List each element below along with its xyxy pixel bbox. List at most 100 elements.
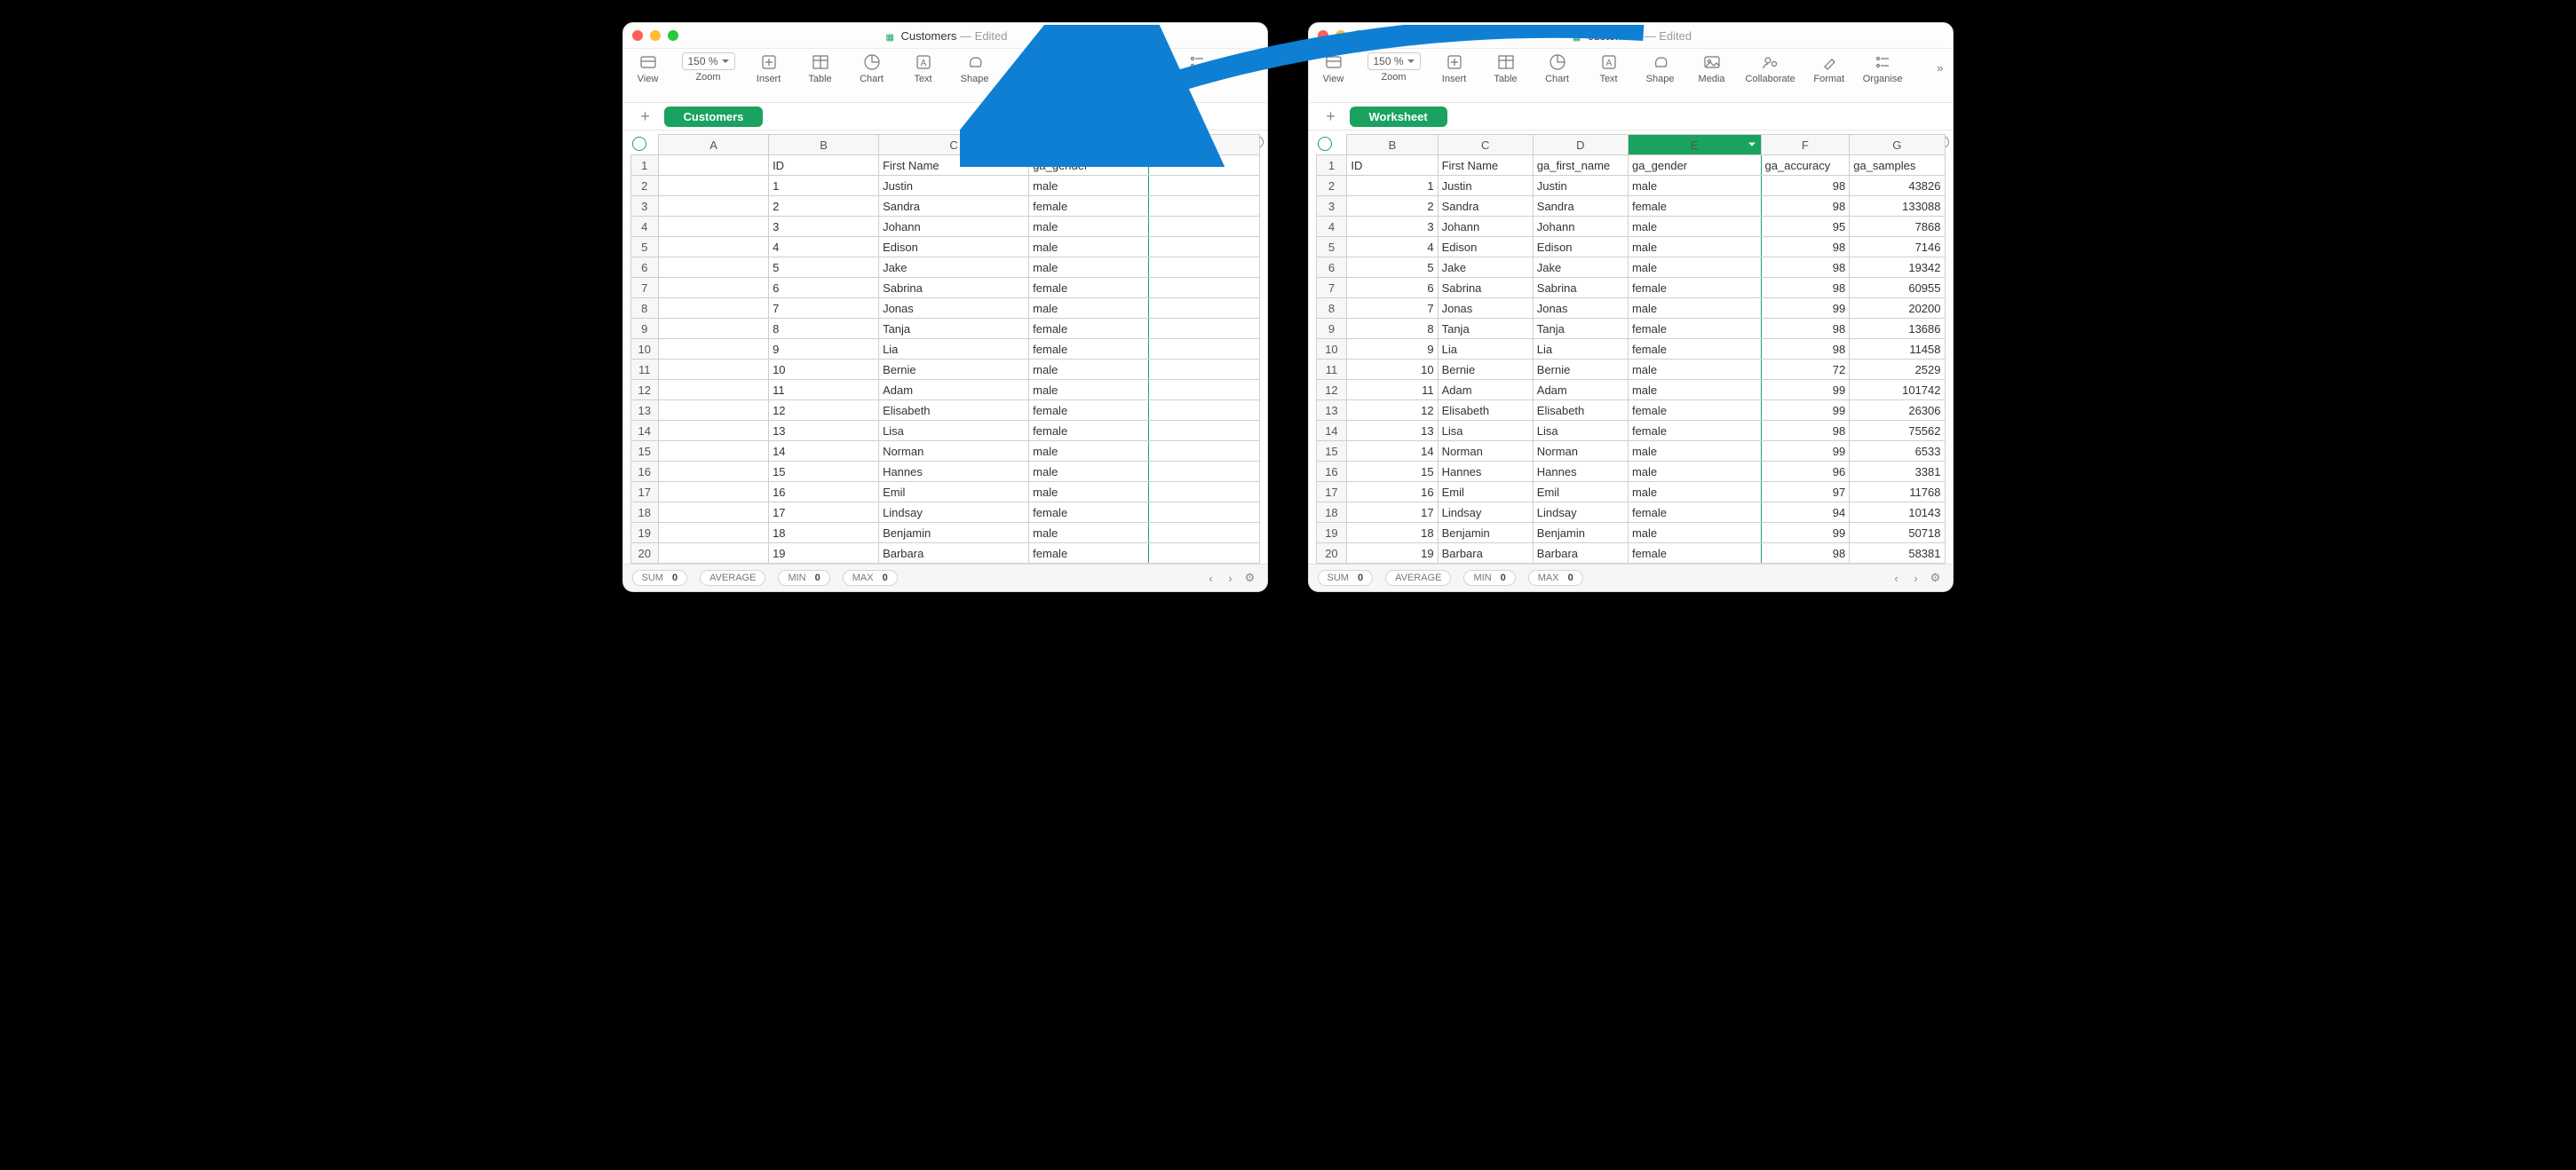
minimize-button[interactable] [650,30,661,41]
cell[interactable] [1149,196,1259,217]
cell[interactable]: 7 [769,298,879,319]
cell[interactable]: Jonas [1438,298,1533,319]
cell[interactable] [659,257,769,278]
cell[interactable]: Jake [879,257,1029,278]
toolbar-view[interactable]: View [1316,52,1351,84]
cell[interactable]: Elisabeth [1438,400,1533,421]
col-header-B[interactable]: B [769,135,879,155]
cell[interactable]: Barbara [1438,543,1533,564]
cell[interactable]: Lindsay [1438,502,1533,523]
cell[interactable]: female [1628,421,1761,441]
cell[interactable]: 10 [769,360,879,380]
cell[interactable]: 13686 [1850,319,1945,339]
col-header-C[interactable]: C [1438,135,1533,155]
toolbar-insert[interactable]: Insert [1437,52,1472,84]
col-header-F[interactable]: F [1761,135,1850,155]
cell[interactable]: 58381 [1850,543,1945,564]
toolbar-overflow-icon[interactable]: » [1251,61,1257,75]
cell[interactable]: Sandra [1438,196,1533,217]
col-header-B[interactable]: B [1347,135,1438,155]
toolbar-format[interactable]: Format [1126,52,1161,84]
cell[interactable]: male [1628,462,1761,482]
cell[interactable]: 4 [769,237,879,257]
cell[interactable]: 20 [1347,564,1438,565]
cell[interactable]: Lisa [1533,421,1628,441]
cell[interactable]: 8 [1347,319,1438,339]
cell[interactable]: Lindsay [1533,502,1628,523]
cell[interactable]: 2529 [1850,360,1945,380]
sheet-tab[interactable]: Customers [664,107,764,127]
cell[interactable]: Lisa [879,421,1029,441]
cell[interactable] [1149,360,1259,380]
row-header[interactable]: 6 [630,257,659,278]
cell[interactable]: Hannes [879,462,1029,482]
cell[interactable]: Emil [1533,482,1628,502]
cell[interactable]: Jake [1438,257,1533,278]
cell[interactable]: male [1628,176,1761,196]
cell[interactable]: Edison [879,237,1029,257]
titlebar[interactable]: ▦ Customers — Edited [623,23,1267,49]
nav-prev-icon[interactable]: ‹ [1203,570,1219,586]
cell[interactable]: 99 [1761,380,1850,400]
cell[interactable]: 8 [769,319,879,339]
cell[interactable]: 18 [769,523,879,543]
toolbar-table[interactable]: Table [803,52,838,84]
minimize-button[interactable] [1336,30,1346,41]
toolbar-organise[interactable]: Organise [1863,52,1903,84]
row-header[interactable]: 21 [630,564,659,565]
row-header[interactable]: 4 [1316,217,1347,237]
cell[interactable]: 96 [1761,462,1850,482]
cell[interactable]: female [1029,564,1149,565]
cell[interactable]: 5 [1347,257,1438,278]
toolbar-media[interactable]: Media [1009,52,1044,84]
cell[interactable]: female [1628,196,1761,217]
toolbar-table[interactable]: Table [1488,52,1524,84]
row-header[interactable]: 13 [1316,400,1347,421]
cell[interactable]: Norman [1533,441,1628,462]
cell[interactable]: 12 [1347,400,1438,421]
nav-next-icon[interactable]: › [1908,570,1924,586]
cell[interactable]: Jonas [879,298,1029,319]
cell[interactable]: Justin [1438,176,1533,196]
cell[interactable]: 14 [1347,441,1438,462]
cell[interactable]: First Name [1438,155,1533,176]
toolbar-zoom[interactable]: 150 %Zoom [1367,52,1421,83]
cell[interactable]: male [1628,523,1761,543]
cell[interactable] [1149,237,1259,257]
cell[interactable]: male [1029,482,1149,502]
cell[interactable]: female [1628,278,1761,298]
cell[interactable]: female [1029,319,1149,339]
cell[interactable]: ga_gender [1029,155,1149,176]
cell[interactable] [659,360,769,380]
cell[interactable] [659,523,769,543]
average-pill[interactable]: AVERAGE [700,570,765,586]
maximize-button[interactable] [1353,30,1364,41]
cell[interactable]: ga_accuracy [1761,155,1850,176]
cell[interactable]: male [1628,441,1761,462]
cell[interactable]: 19 [1347,543,1438,564]
cell[interactable]: 2 [1347,196,1438,217]
row-header[interactable]: 15 [630,441,659,462]
cell[interactable] [1149,523,1259,543]
cell[interactable]: Lia [1438,339,1533,360]
cell[interactable]: Sofie [879,564,1029,565]
cell[interactable] [659,278,769,298]
cell[interactable]: female [1628,564,1761,565]
cell[interactable]: 16 [1347,482,1438,502]
cell[interactable] [1149,278,1259,298]
cell[interactable]: male [1628,257,1761,278]
cell[interactable]: 72 [1761,360,1850,380]
cell[interactable]: male [1029,176,1149,196]
cell[interactable]: Benjamin [1533,523,1628,543]
cell[interactable]: ga_gender [1628,155,1761,176]
row-header[interactable]: 3 [630,196,659,217]
cell[interactable]: 26306 [1850,400,1945,421]
row-header[interactable]: 7 [630,278,659,298]
toolbar-text[interactable]: AText [1591,52,1627,84]
cell[interactable] [659,319,769,339]
cell[interactable]: Jonas [1533,298,1628,319]
nav-next-icon[interactable]: › [1223,570,1239,586]
cell[interactable]: female [1628,502,1761,523]
cell[interactable]: Sofie [1438,564,1533,565]
cell[interactable]: 6533 [1850,441,1945,462]
